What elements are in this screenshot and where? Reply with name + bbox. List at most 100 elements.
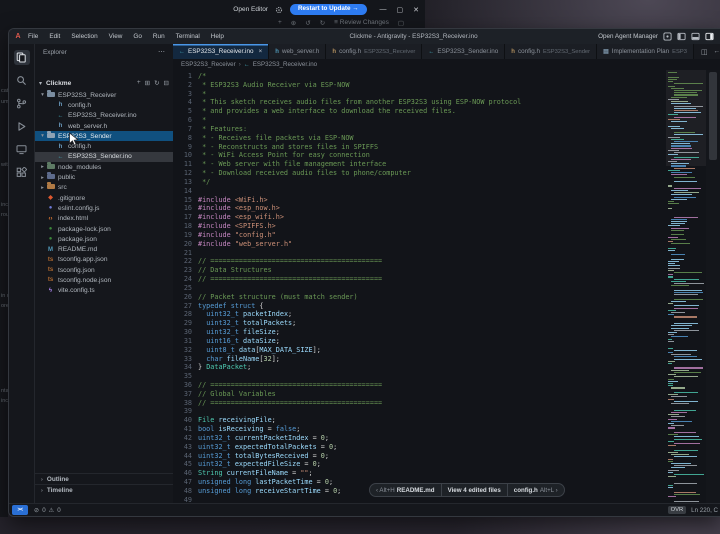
tab-config-h[interactable]: hconfig.hESP32S3_Receiver	[326, 44, 422, 59]
overtype-badge[interactable]: OVR	[668, 506, 687, 514]
minimap-line	[668, 203, 679, 204]
menu-view[interactable]: View	[104, 33, 128, 40]
open-editor-label[interactable]: Open Editor	[233, 6, 268, 13]
code-token: #include	[198, 240, 231, 248]
tab-description: ESP32S3_Receiver	[364, 49, 415, 55]
tree-item-esp32s3-receiver[interactable]: ▾ESP32S3_Receiver	[35, 90, 173, 100]
pill-back-button[interactable]: ‹ Alt+H README.md	[370, 484, 442, 496]
scrollbar-thumb[interactable]	[709, 72, 717, 160]
minimap-line	[671, 234, 684, 235]
tree-item--gitignore[interactable]: ◆.gitignore	[35, 193, 173, 203]
remote-indicator[interactable]: ><	[12, 505, 28, 515]
tree-item-tsconfig-json[interactable]: tstsconfig.json	[35, 265, 173, 275]
tab-implementation-plan[interactable]: ▤Implementation PlanESP3	[597, 44, 694, 59]
tree-item-src[interactable]: ▸src	[35, 183, 173, 193]
tab-esp32s3-receiver-ino[interactable]: ←ESP32S3_Receiver.ino×	[173, 44, 269, 59]
tree-item-esp32s3-sender-ino[interactable]: ←ESP32S3_Sender.ino	[35, 152, 173, 162]
menu-edit[interactable]: Edit	[44, 33, 65, 40]
ino-file-icon: ←	[244, 62, 250, 68]
bg-toolbar-item[interactable]: ↺	[305, 19, 310, 27]
tree-item-package-json[interactable]: ●package.json	[35, 234, 173, 244]
code-token: ;	[333, 443, 337, 451]
tree-item-vite-config-ts[interactable]: ϟvite.config.ts	[35, 286, 173, 296]
tab-web-server-h[interactable]: hweb_server.h	[269, 44, 326, 59]
minimize-button[interactable]: —	[380, 6, 387, 13]
tree-item-config-h[interactable]: hconfig.h	[35, 141, 173, 151]
bg-toolbar-item[interactable]: ↻	[320, 19, 325, 27]
tree-item-package-lock-json[interactable]: ●package-lock.json	[35, 224, 173, 234]
menu-file[interactable]: File	[23, 33, 43, 40]
tree-item-esp32s3-receiver-ino[interactable]: ←ESP32S3_Receiver.ino	[35, 111, 173, 121]
gear-icon[interactable]	[275, 6, 283, 14]
tree-item-tsconfig-app-json[interactable]: tstsconfig.app.json	[35, 255, 173, 265]
tree-item-web-server-h[interactable]: hweb_server.h	[35, 121, 173, 131]
tree-item-config-h[interactable]: hconfig.h	[35, 100, 173, 110]
activity-explorer-icon[interactable]	[14, 50, 30, 65]
layout-panel-icon[interactable]	[691, 32, 700, 41]
refresh-icon[interactable]: ↻	[154, 79, 159, 87]
activity-run-debug-icon[interactable]	[14, 119, 30, 134]
restart-to-update-button[interactable]: Restart to Update →	[290, 4, 367, 14]
cursor-position[interactable]: Ln 220, C	[691, 507, 718, 514]
new-folder-icon[interactable]: ⊞	[145, 79, 150, 87]
code-line: 18#include <SPIFFS.h>	[173, 222, 660, 231]
minimap-line	[674, 443, 700, 444]
code-line: 1/*	[173, 72, 660, 81]
maximize-button[interactable]: ▢	[397, 6, 404, 14]
minimap-line	[674, 356, 697, 357]
line-number: 10	[173, 151, 198, 160]
timeline-section[interactable]: › Timeline	[35, 484, 173, 496]
layout-sidebar-right-icon[interactable]	[705, 32, 714, 41]
tree-item-esp32s3-sender[interactable]: ▾ESP32S3_Sender	[35, 131, 173, 141]
close-tab-icon[interactable]: ×	[258, 48, 262, 55]
open-agent-manager-button[interactable]: Open Agent Manager	[598, 33, 658, 40]
nav-back-icon[interactable]: ←	[713, 48, 720, 55]
view-edited-files-button[interactable]: View 4 edited files	[442, 484, 508, 496]
minimap[interactable]	[666, 70, 706, 504]
tree-item-public[interactable]: ▸public	[35, 172, 173, 182]
activity-remote-explorer-icon[interactable]	[14, 142, 30, 157]
bg-toolbar-item[interactable]: +	[278, 19, 282, 26]
code-token: * This sketch receives audio files from …	[198, 98, 521, 106]
vscode-window: A FileEditSelectionViewGoRunTerminalHelp…	[8, 28, 720, 517]
breadcrumb-file[interactable]: ESP32S3_Receiver.ino	[253, 61, 317, 68]
menu-selection[interactable]: Selection	[66, 33, 102, 40]
activity-search-icon[interactable]	[14, 73, 30, 88]
tree-item-index-html[interactable]: ‹›index.html	[35, 214, 173, 224]
menu-run[interactable]: Run	[148, 33, 170, 40]
tree-item-node-modules[interactable]: ▸node_modules	[35, 162, 173, 172]
minimap-line	[668, 348, 673, 349]
explorer-more-icon[interactable]: ⋯	[158, 48, 165, 56]
problems-indicator[interactable]: ⊘ 0 ⚠ 0	[34, 507, 61, 514]
bg-toolbar-item[interactable]: ≡ Review Changes	[334, 19, 389, 26]
activity-source-control-icon[interactable]	[14, 96, 30, 111]
tree-item-eslint-config-js[interactable]: ●eslint.config.js	[35, 203, 173, 213]
breadcrumb[interactable]: ESP32S3_Receiver › ← ESP32S3_Receiver.in…	[173, 59, 720, 70]
code-token: }	[198, 363, 206, 371]
close-button[interactable]: ✕	[413, 6, 419, 14]
agent-manager-icon[interactable]	[663, 32, 672, 41]
menu-help[interactable]: Help	[206, 33, 229, 40]
new-file-icon[interactable]: +	[137, 79, 141, 87]
pill-forward-button[interactable]: config.h Alt+L ›	[508, 484, 564, 496]
activity-extensions-icon[interactable]	[14, 165, 30, 180]
split-editor-icon[interactable]: ◫	[701, 48, 707, 56]
minimap-line	[674, 192, 699, 193]
tree-item-tsconfig-node-json[interactable]: tstsconfig.node.json	[35, 275, 173, 285]
menu-go[interactable]: Go	[128, 33, 147, 40]
bg-toolbar-item[interactable]: ▢	[398, 19, 404, 27]
tree-item-readme-md[interactable]: MREADME.md	[35, 244, 173, 254]
bg-toolbar-item[interactable]: ⊕	[291, 19, 296, 27]
collapse-all-icon[interactable]: ⊟	[164, 79, 169, 87]
code-editor[interactable]: 1/*2 * ESP32S3 Audio Receiver via ESP-NO…	[173, 70, 720, 504]
code-token: uint32_t	[206, 319, 239, 327]
minimap-line	[668, 363, 672, 364]
app-logo-icon[interactable]: A	[13, 33, 23, 40]
tab-config-h[interactable]: hconfig.hESP32S3_Sender	[505, 44, 597, 59]
tab-esp32s3-sender-ino[interactable]: ←ESP32S3_Sender.ino	[422, 44, 505, 59]
menu-terminal[interactable]: Terminal	[171, 33, 205, 40]
workspace-section-header[interactable]: ▾ Clickme +⊞↻⊟	[35, 77, 173, 89]
layout-sidebar-left-icon[interactable]	[677, 32, 686, 41]
vertical-scrollbar[interactable]	[706, 70, 720, 504]
breadcrumb-folder[interactable]: ESP32S3_Receiver	[181, 61, 236, 68]
